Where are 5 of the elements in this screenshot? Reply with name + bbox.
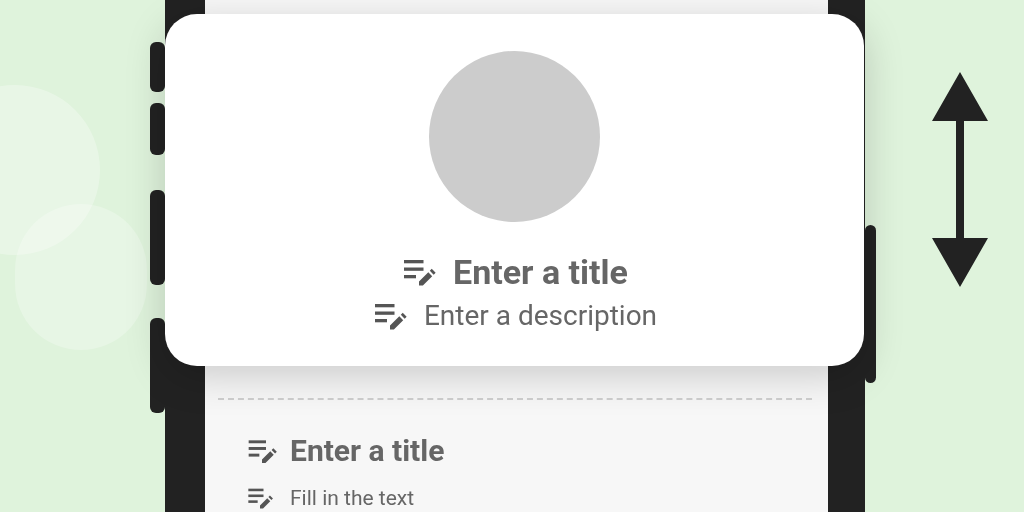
section-title: Enter a title <box>290 432 445 470</box>
card-description: Enter a description <box>423 298 658 334</box>
card-title: Enter a title <box>453 251 628 294</box>
vertical-double-arrow-icon <box>931 72 989 287</box>
section-text: Fill in the text <box>290 485 415 511</box>
